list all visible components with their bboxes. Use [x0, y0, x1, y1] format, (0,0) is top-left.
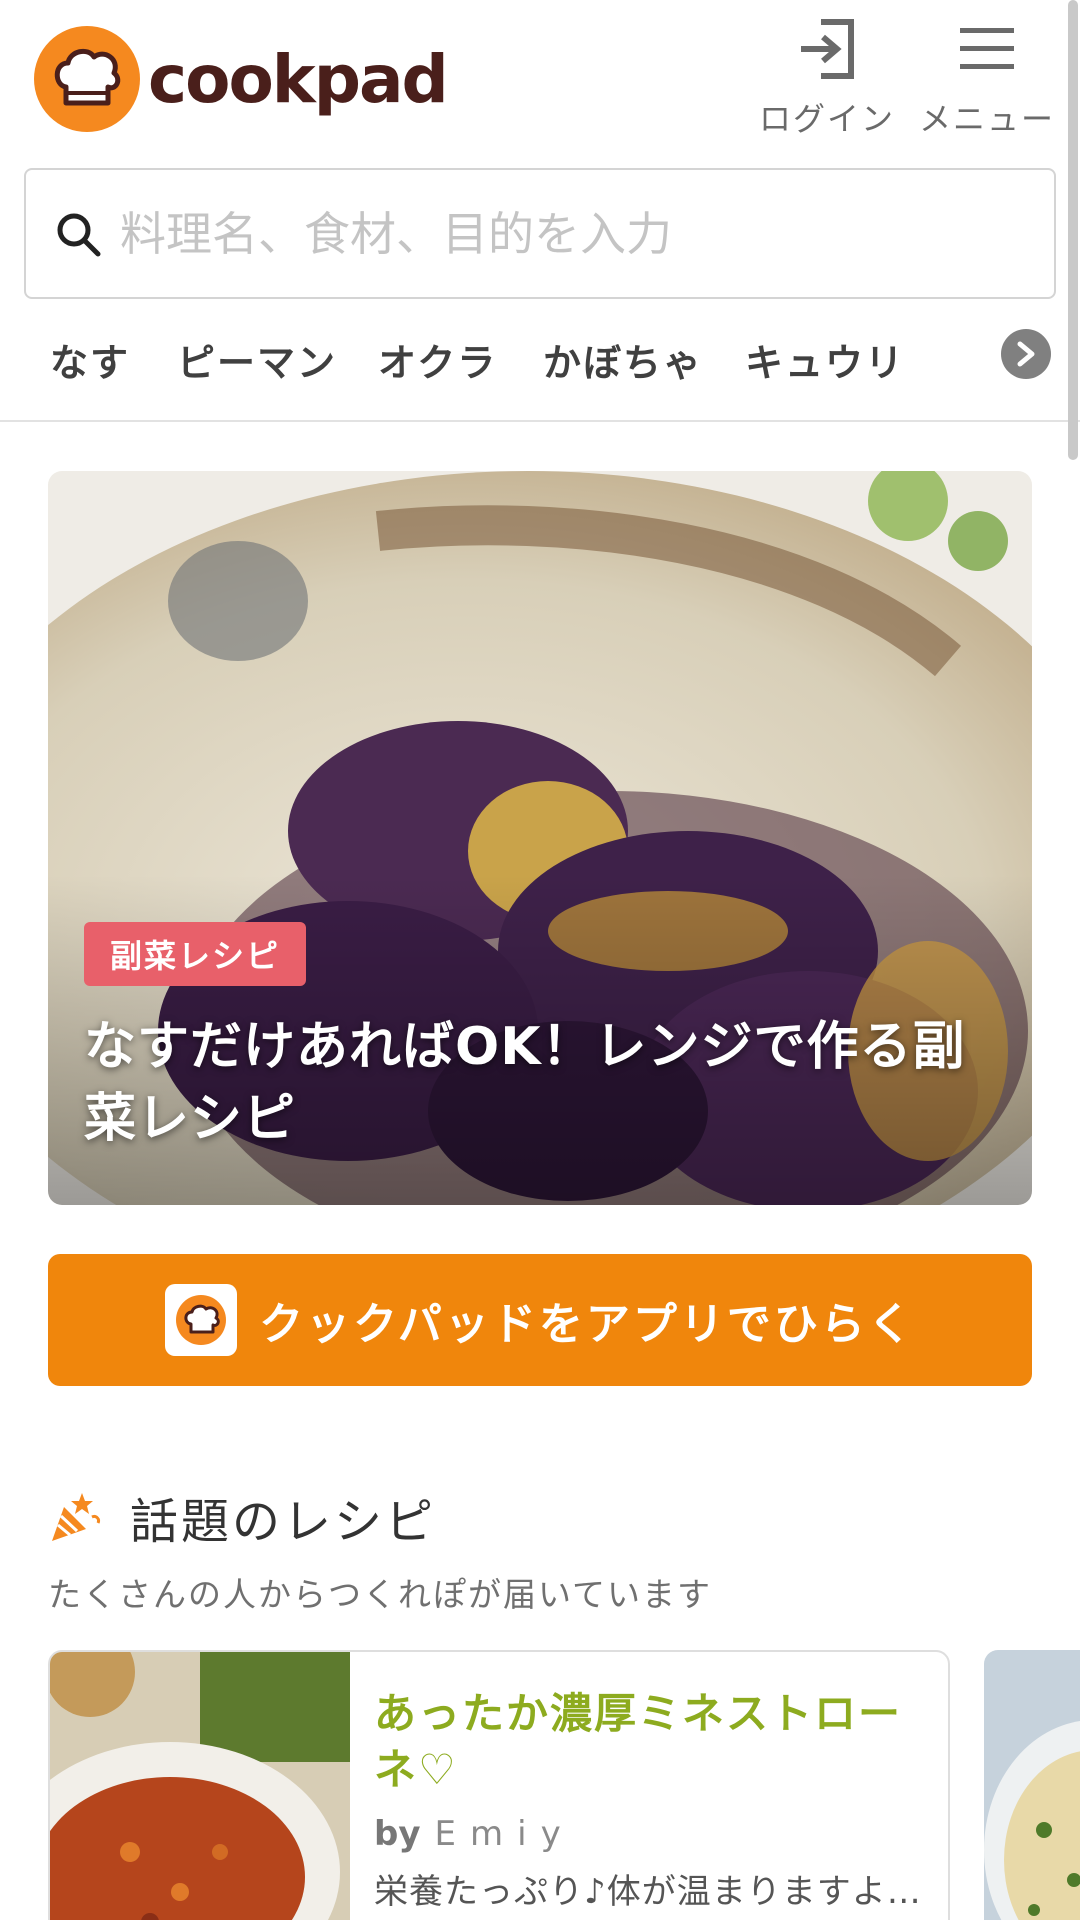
menu-label: メニュー: [918, 100, 1055, 138]
section-subtitle: たくさんの人からつくれぽが届いています: [48, 1575, 713, 1614]
brand-name: cookpad: [148, 40, 449, 118]
scrollbar[interactable]: [1068, 0, 1078, 460]
keyword-bar: なす ピーマン オクラ かぼちゃ キュウリ: [0, 322, 1080, 422]
open-app-label: クックパッドをアプリでひらく: [259, 1299, 915, 1350]
login-icon: [801, 19, 854, 79]
hero-category-tag: 副菜レシピ: [84, 922, 307, 986]
recipe-description: 栄養たっぷり♪体が温まりますよ…: [374, 1872, 922, 1912]
chef-hat-icon: [34, 26, 140, 132]
trending-header: 話題のレシピ: [48, 1482, 436, 1552]
keyword-chip[interactable]: オクラ: [378, 332, 497, 387]
recipe-card-next[interactable]: [984, 1650, 1080, 1920]
search-icon: [57, 213, 101, 256]
page: cookpad ログイン メニュー なす ピーマン: [0, 0, 1080, 1920]
party-popper-icon: [52, 1493, 100, 1541]
menu-button[interactable]: メニュー: [918, 18, 1056, 140]
keyword-chip[interactable]: キュウリ: [745, 332, 905, 387]
keyword-chip[interactable]: ピーマン: [177, 332, 337, 387]
author-prefix: by: [374, 1814, 421, 1854]
search-box[interactable]: [24, 168, 1056, 299]
section-title: 話題のレシピ: [130, 1494, 437, 1550]
recipe-image: [984, 1650, 1080, 1920]
keyword-chip[interactable]: かぼちゃ: [543, 332, 703, 387]
hero-title: なすだけあればOK！レンジで作る副菜レシピ: [84, 1017, 966, 1149]
hero-banner[interactable]: 副菜レシピ なすだけあればOK！レンジで作る副菜レシピ: [48, 471, 1032, 1205]
app-icon: [165, 1284, 238, 1356]
hamburger-icon: [960, 28, 1014, 69]
chevron-right-icon: [1017, 341, 1035, 367]
login-label: ログイン: [759, 100, 896, 138]
keyword-chip[interactable]: なす: [50, 332, 130, 387]
cookpad-logo[interactable]: cookpad: [34, 26, 449, 132]
recipe-image: [50, 1652, 350, 1920]
open-app-button[interactable]: クックパッドをアプリでひらく: [48, 1254, 1032, 1386]
header: cookpad ログイン メニュー: [0, 0, 1080, 150]
keyword-next-button[interactable]: [1001, 329, 1051, 379]
search-input[interactable]: [120, 206, 1020, 261]
recipe-card[interactable]: あったか濃厚ミネストローネ♡ by Emiy 栄養たっぷり♪体が温まりますよ…: [48, 1650, 950, 1920]
login-button[interactable]: ログイン: [759, 18, 896, 140]
recipe-author[interactable]: by Emiy: [374, 1814, 575, 1854]
recipe-title: あったか濃厚ミネストローネ♡: [374, 1689, 903, 1794]
author-name: Emiy: [434, 1814, 575, 1854]
